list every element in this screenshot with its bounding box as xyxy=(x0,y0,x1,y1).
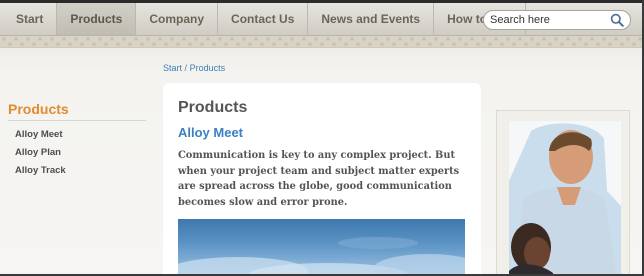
search-icon[interactable] xyxy=(610,13,624,27)
sidebar-item-alloy-plan[interactable]: Alloy Plan xyxy=(15,146,66,164)
people-photo xyxy=(509,121,621,274)
nav-item-products[interactable]: Products xyxy=(57,3,137,35)
nav-item-contact-us[interactable]: Contact Us xyxy=(218,3,309,35)
top-navigation-bar: Start Products Company Contact Us News a… xyxy=(0,3,642,36)
decorative-pattern-strip xyxy=(0,36,642,48)
sidebar-title: Products xyxy=(8,101,69,117)
sidebar-divider xyxy=(8,120,146,121)
page-frame: Start Products Company Contact Us News a… xyxy=(0,0,644,276)
image-panel xyxy=(496,110,630,274)
content-card: Products Alloy Meet Communication is key… xyxy=(163,83,481,274)
sidebar-item-alloy-meet[interactable]: Alloy Meet xyxy=(15,128,66,146)
breadcrumb-separator: / xyxy=(184,63,188,73)
product-heading: Alloy Meet xyxy=(178,125,244,140)
nav-item-news-and-events[interactable]: News and Events xyxy=(308,3,435,35)
sky-photo xyxy=(178,219,465,274)
product-description: Communication is key to any complex proj… xyxy=(178,150,460,208)
sidebar-menu: Alloy Meet Alloy Plan Alloy Track xyxy=(15,128,66,182)
nav-item-start[interactable]: Start xyxy=(3,3,58,35)
breadcrumb: Start / Products xyxy=(163,63,225,73)
page-title: Products xyxy=(178,99,248,116)
search-input[interactable] xyxy=(490,12,608,28)
breadcrumb-start-link[interactable]: Start xyxy=(163,63,182,73)
cloud-illustration xyxy=(178,237,465,274)
breadcrumb-current[interactable]: Products xyxy=(190,63,226,73)
nav-item-company[interactable]: Company xyxy=(136,3,219,35)
main-menu: Start Products Company Contact Us News a… xyxy=(3,3,526,35)
search-box xyxy=(483,10,631,30)
sidebar-item-alloy-track[interactable]: Alloy Track xyxy=(15,164,66,182)
